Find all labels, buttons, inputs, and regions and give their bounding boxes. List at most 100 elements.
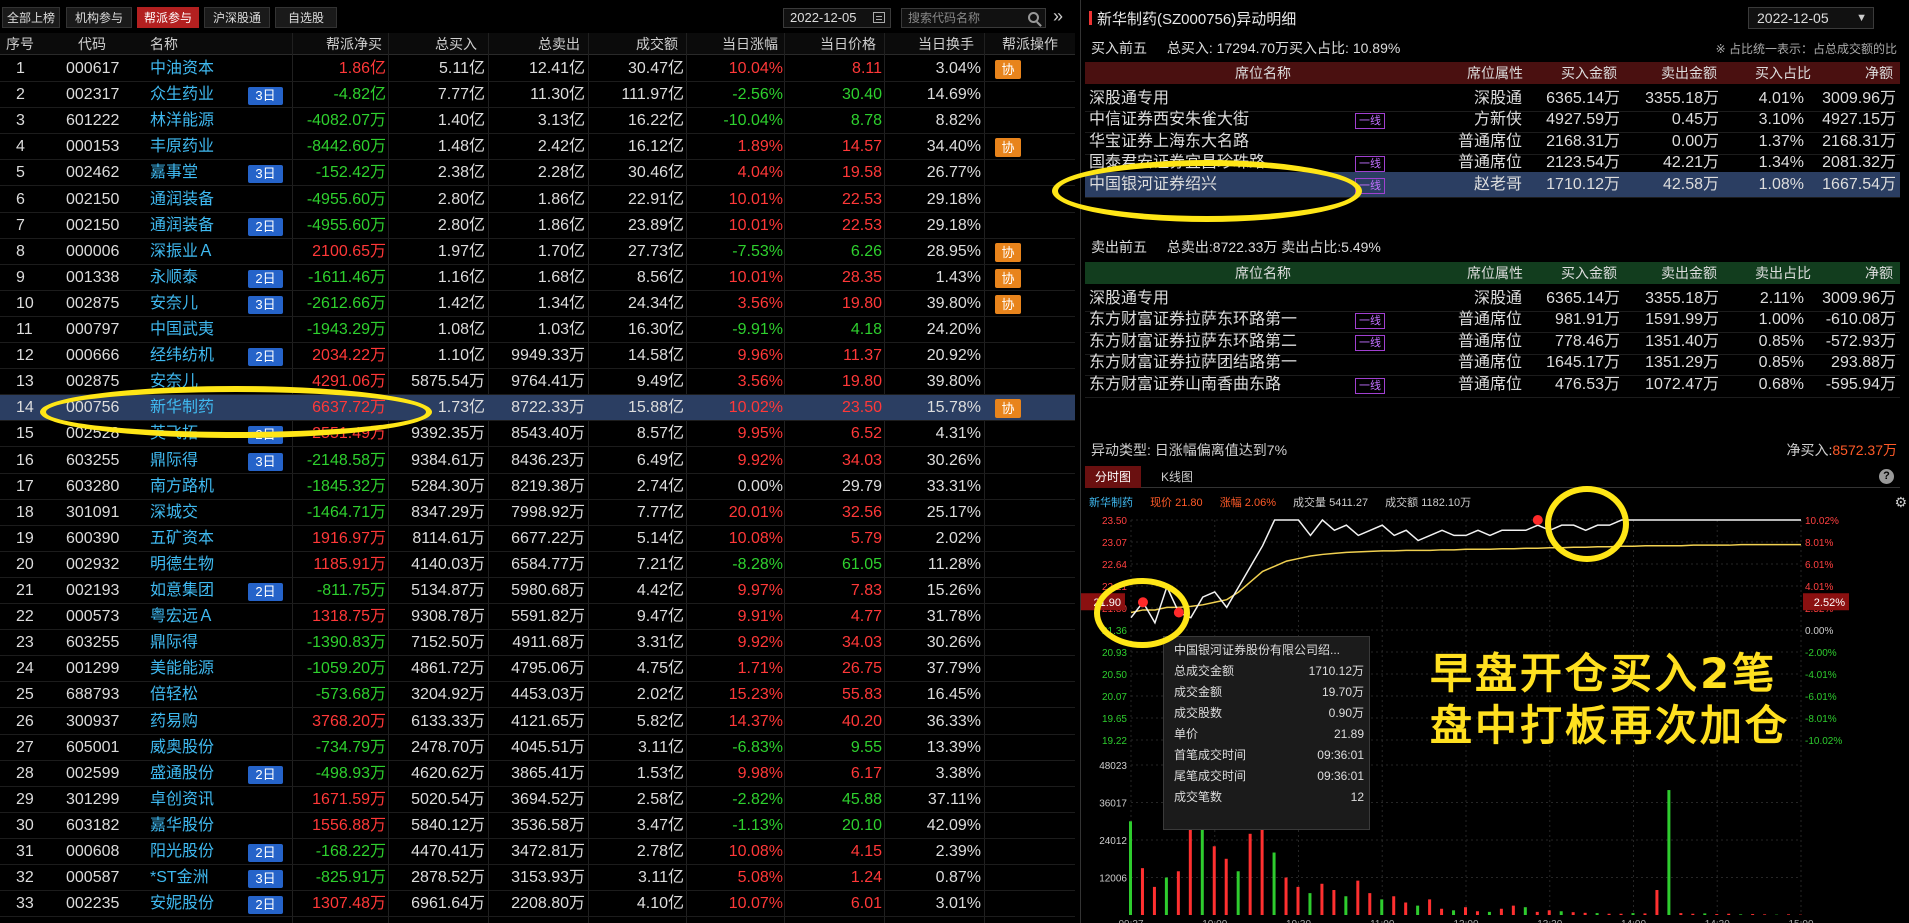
detail-date-value: 2022-12-05 <box>1757 10 1829 26</box>
time-tick-label: 13:00 <box>1453 919 1478 923</box>
day-change: -10.04% <box>723 112 783 130</box>
tab-intraday[interactable]: 分时图 <box>1085 466 1141 488</box>
collab-action-button[interactable]: 协 <box>995 60 1021 79</box>
col-total-sell[interactable]: 总卖出 <box>538 33 580 55</box>
date-picker[interactable]: 2022-12-05 <box>783 8 891 28</box>
turnover-amount: 15.88亿 <box>627 399 684 417</box>
collab-action-button[interactable]: 协 <box>995 399 1021 419</box>
table-row[interactable]: 24 001299 美能能源 -1059.20万 4861.72万 4795.06万 4.7… <box>0 656 1075 683</box>
table-row[interactable]: 32 000587 *ST金洲 -825.91万 2878.52万 3153.93万 3.1… <box>0 865 1075 892</box>
table-row[interactable]: 19 600390 五矿资本 1916.97万 8114.61万 6677.22万 5.14… <box>0 526 1075 552</box>
table-row[interactable]: 3 601222 林洋能源 -4082.07万 1.40亿 3.13亿 16.22亿 -10.… <box>0 108 1075 135</box>
col-total-buy[interactable]: 总买入 <box>435 33 477 55</box>
table-row[interactable]: 6 002150 通润装备 -4955.60万 2.80亿 1.86亿 22.91亿 10.0… <box>0 187 1075 213</box>
tooltip-row: 成交笔数 12 <box>1174 787 1364 807</box>
double-chevron-right-icon[interactable]: » <box>1053 6 1063 26</box>
sell-col-pct: 卖出占比 <box>1755 265 1811 281</box>
chevron-down-icon[interactable]: ▼ <box>1856 8 1867 28</box>
collab-action-button[interactable]: 协 <box>995 268 1021 288</box>
buy-header-label: 买入前五 <box>1091 40 1147 56</box>
table-header: 序号 代码 名称 帮派净买 总买入 总卖出 成交额 当日涨幅 当日价格 当日换手… <box>0 33 1075 55</box>
seat-attr: 赵老哥 <box>1473 175 1522 193</box>
tab-watchlist[interactable]: 自选股 <box>275 7 337 28</box>
stock-code: 603182 <box>66 816 120 834</box>
turnover-amount: 6.49亿 <box>636 451 684 469</box>
tooltip-value: 19.70万 <box>1321 685 1364 699</box>
calendar-icon[interactable] <box>873 12 885 23</box>
col-change[interactable]: 当日涨幅 <box>722 33 778 55</box>
row-index: 31 <box>16 843 34 860</box>
row-index: 1 <box>16 60 25 77</box>
turnover-amount: 5.82亿 <box>636 712 684 730</box>
table-row[interactable]: 9 001338 永顺泰 -1611.46万 1.16亿 1.68亿 8.56亿 10.01%… <box>0 265 1075 291</box>
tab-institution[interactable]: 机构参与 <box>66 7 132 28</box>
tooltip-title: 中国银河证券股份有限公司绍... <box>1174 643 1341 657</box>
row-index: 23 <box>16 634 34 652</box>
table-row[interactable]: 4 000153 丰原药业 -8442.60万 1.48亿 2.42亿 16.12亿 1.89… <box>0 134 1075 161</box>
table-row[interactable]: 1 000617 中油资本 1.86亿 5.11亿 12.41亿 30.47亿 10.04% 8… <box>0 56 1075 82</box>
tab-all[interactable]: 全部上榜 <box>2 7 60 28</box>
table-row[interactable]: 31 000608 阳光股份 -168.22万 4470.41万 3472.81万 2.78… <box>0 839 1075 865</box>
col-turnover-rate[interactable]: 当日换手 <box>918 33 974 55</box>
table-row[interactable]: 16 603255 鼎际得 -2148.58万 9384.61万 8436.23万 6.49… <box>0 448 1075 474</box>
tooltip-value: 0.90万 <box>1328 706 1364 720</box>
table-row[interactable]: 27 605001 威奥股份 -734.79万 2478.70万 4045.51万 3.11… <box>0 735 1075 761</box>
collab-action-button[interactable]: 协 <box>995 242 1021 262</box>
collab-action-button[interactable]: 协 <box>995 294 1021 314</box>
total-sell: 3153.93万 <box>511 869 585 887</box>
table-row[interactable]: 26 300937 药易购 3768.20万 6133.33万 4121.65万 5.82亿… <box>0 709 1075 735</box>
col-name[interactable]: 名称 <box>150 33 178 55</box>
volume-bar <box>1691 913 1695 915</box>
table-row[interactable]: 8 000006 深振业Ａ 2100.65万 1.97亿 1.70亿 27.73亿 -7.53… <box>0 239 1075 265</box>
table-row[interactable]: 10 002875 安奈儿 -2612.66万 1.42亿 1.34亿 24.34亿 3.56… <box>0 291 1075 317</box>
tooltip-value: 21.89 <box>1333 727 1364 741</box>
total-buy: 5134.87万 <box>411 582 485 599</box>
total-sell: 6677.22万 <box>511 529 585 547</box>
total-sell: 1.03亿 <box>537 321 585 338</box>
tab-gang[interactable]: 帮派参与 <box>137 7 199 28</box>
gang-net-buy: 1318.75万 <box>312 608 386 626</box>
table-row[interactable]: 28 002599 盛通股份 -498.93万 4620.62万 3865.41万 1.53… <box>0 761 1075 787</box>
table-row[interactable]: 30 603182 嘉华股份 1556.88万 5840.12万 3536.58万 3.47… <box>0 813 1075 839</box>
tooltip-row: 总成交金额 1710.12万 <box>1174 661 1364 681</box>
total-buy: 4861.72万 <box>411 660 485 678</box>
table-row[interactable]: 25 688793 倍轻松 -573.68万 3204.92万 4453.03万 2.02亿… <box>0 682 1075 709</box>
table-row[interactable]: 20 002932 明德生物 1185.91万 4140.03万 6584.77万 7.21… <box>0 552 1075 578</box>
col-price[interactable]: 当日价格 <box>820 33 876 55</box>
total-sell: 8722.33万 <box>511 399 585 417</box>
col-gang-net[interactable]: 帮派净买 <box>326 33 382 55</box>
table-row[interactable]: 21 002193 如意集团 -811.75万 5134.87万 5980.68万 4.42… <box>0 578 1075 604</box>
turnover-amount: 2.02亿 <box>636 686 684 704</box>
price-tick-label: 20.07 <box>1102 692 1127 703</box>
col-turnover-amount[interactable]: 成交额 <box>636 33 678 55</box>
col-code[interactable]: 代码 <box>78 33 106 55</box>
search-icon[interactable] <box>1028 12 1039 23</box>
search-input[interactable]: 搜索代码名称 <box>901 8 1046 28</box>
table-row[interactable]: 2 002317 众生药业 -4.82亿 7.77亿 11.30亿 111.97亿 -2.56… <box>0 82 1075 109</box>
turnover-amount: 2.58亿 <box>636 790 684 808</box>
table-row[interactable]: 11 000797 中国武夷 -1943.29万 1.08亿 1.03亿 16.30亿 -9.… <box>0 317 1075 343</box>
detail-date-select[interactable]: 2022-12-05 ▼ <box>1748 7 1874 29</box>
tab-kline[interactable]: K线图 <box>1151 466 1203 488</box>
seat-row[interactable]: 东方财富证券山南香曲东路 普通席位 476.53万 1072.47万 0.68% -595… <box>1085 372 1900 398</box>
table-row[interactable]: 18 301091 深城交 -1464.71万 8347.29万 7998.92万 7.77… <box>0 500 1075 526</box>
gang-net-buy: -734.79万 <box>315 738 386 756</box>
table-row[interactable]: 29 301299 卓创资讯 1671.59万 5020.54万 3694.52万 2.58… <box>0 787 1075 813</box>
table-row[interactable]: 7 002150 通润装备 -4955.60万 2.80亿 1.86亿 23.89亿 10.0… <box>0 213 1075 239</box>
tab-hk-connect[interactable]: 沪深股通 <box>204 7 270 28</box>
table-row[interactable]: 23 603255 鼎际得 -1390.83万 7152.50万 4911.68万 3.31… <box>0 630 1075 657</box>
volume-bar <box>1631 913 1635 915</box>
collab-action-button[interactable]: 协 <box>995 138 1021 158</box>
table-row[interactable]: 5 002462 嘉事堂 -152.42万 2.38亿 2.28亿 30.46亿 4.04% 1… <box>0 160 1075 187</box>
table-row[interactable]: 33 002235 安妮股份 1307.48万 6961.64万 2208.80万 4.10… <box>0 891 1075 918</box>
row-index: 11 <box>16 321 33 338</box>
help-icon[interactable]: ? <box>1879 469 1894 484</box>
day-price: 29.79 <box>841 477 882 495</box>
table-row[interactable]: 22 000573 粤宏远Ａ 1318.75万 9308.78万 5591.82万 9.47… <box>0 604 1075 631</box>
table-row[interactable]: 12 000666 经纬纺机 2034.22万 1.10亿 9949.33万 14.58亿 9… <box>0 343 1075 370</box>
table-row[interactable]: 17 603280 南方路机 -1845.32万 5284.30万 8219.38万 2.7… <box>0 474 1075 500</box>
time-tick-label: 10:30 <box>1286 919 1311 923</box>
consecutive-days-badge: 3日 <box>248 87 283 106</box>
turnover-rate: 26.77% <box>926 164 981 182</box>
buy-section-header: 买入前五 总买入: 17294.70万买入占比: 10.89% <box>1091 38 1400 58</box>
